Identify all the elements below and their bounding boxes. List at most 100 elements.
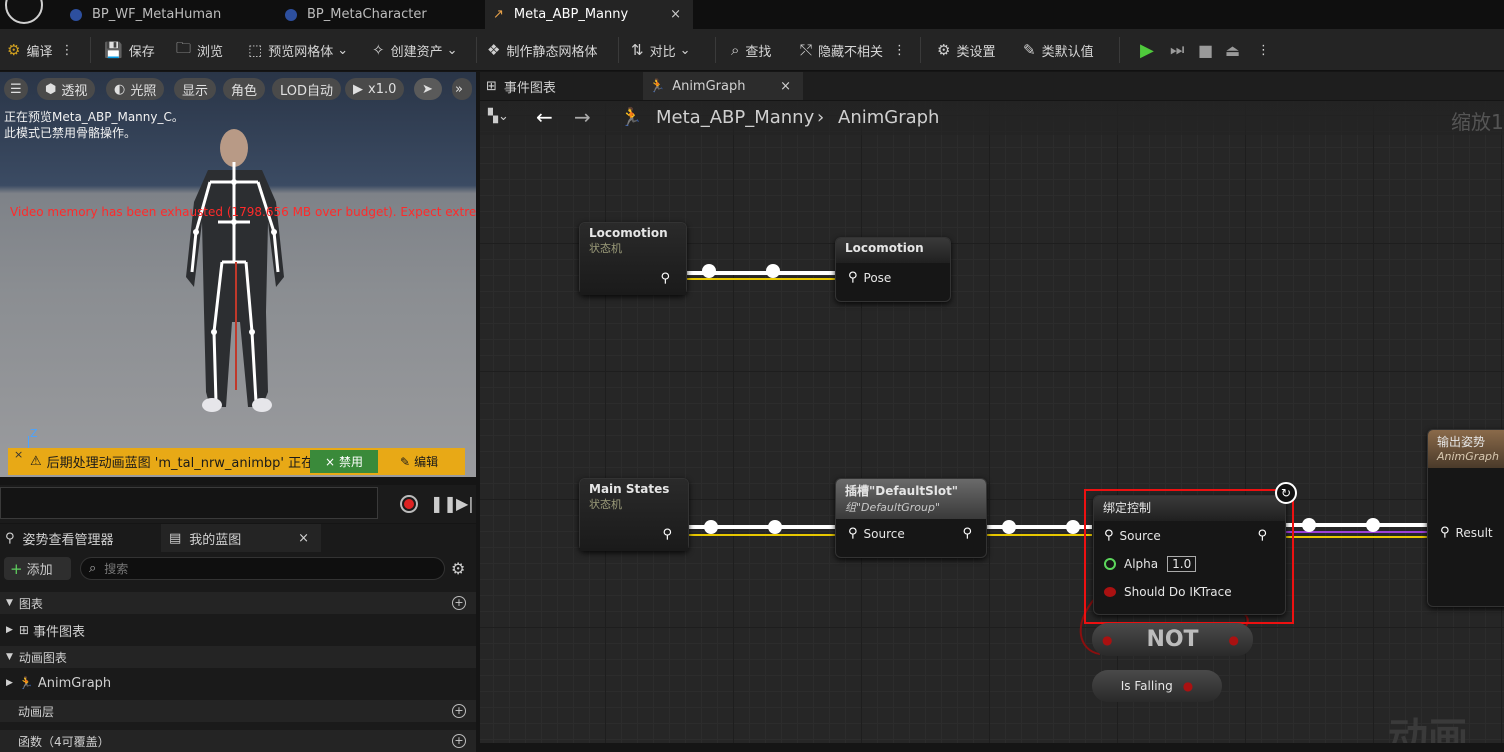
- close-icon: ×: [324, 454, 336, 469]
- section-functions[interactable]: 函数（4可覆盖） +: [0, 730, 476, 752]
- source-input-pin[interactable]: ⚲ Source: [1104, 528, 1161, 543]
- settings-gear-icon[interactable]: ⚙: [451, 559, 465, 578]
- save-icon: 💾: [104, 41, 123, 59]
- add-graph-icon[interactable]: +: [452, 596, 466, 610]
- wire-slot-to-control: [978, 520, 1092, 536]
- bool-pin-icon: ●: [1228, 632, 1239, 647]
- section-anim-graphs[interactable]: ▼ 动画图表: [0, 646, 476, 668]
- list-item-event-graph[interactable]: ▶ ⊞ 事件图表: [0, 619, 476, 641]
- add-layer-icon[interactable]: +: [452, 704, 466, 718]
- more-icon[interactable]: ⋮: [1257, 29, 1270, 71]
- compile-button[interactable]: ⚙ 编译 ⋮: [7, 29, 73, 71]
- add-button[interactable]: + 添加: [4, 557, 71, 580]
- node-header: 输出姿势 AnimGraph: [1428, 430, 1504, 468]
- graph-watermark: 动画: [1388, 715, 1468, 743]
- postprocess-warning-bar: × ⚠ 后期处理动画蓝图 'm_tal_nrw_animbp' 正在: × 禁用 …: [8, 448, 465, 475]
- save-button[interactable]: 💾 保存: [104, 29, 155, 71]
- node-locomotion-pose[interactable]: Locomotion ⚲ Pose: [835, 237, 951, 302]
- preview-mesh-button[interactable]: ⬚ 预览网格体 ⌄: [248, 29, 348, 71]
- close-icon[interactable]: ×: [14, 448, 23, 461]
- browse-icon: 🗀: [176, 38, 192, 57]
- tab-bp-metacharacter[interactable]: BP_MetaCharacter: [275, 0, 480, 29]
- make-static-mesh-button[interactable]: ❖ 制作静态网格体: [487, 29, 597, 71]
- plus-icon: +: [10, 559, 23, 578]
- add-function-icon[interactable]: +: [452, 734, 466, 748]
- record-button[interactable]: [400, 495, 418, 513]
- timeline-track[interactable]: [0, 487, 378, 519]
- tab-event-graph[interactable]: ⊞ 事件图表: [484, 72, 634, 100]
- collapse-arrow-icon: ▼: [6, 652, 13, 662]
- pose-output-pin-icon[interactable]: ⚲: [962, 526, 972, 541]
- close-icon[interactable]: ×: [780, 79, 791, 94]
- find-button[interactable]: ⌕ 查找: [731, 29, 771, 71]
- node-slot-default[interactable]: 插槽"DefaultSlot" 组"DefaultGroup" ⚲ Source ⚲: [835, 478, 987, 558]
- tab-anim-graph[interactable]: 🏃 AnimGraph ×: [643, 72, 803, 100]
- my-blueprint-panel: ⚲ 姿势查看管理器 ▤ 我的蓝图 × + 添加 ⌕ 搜索 ⚙ ▼ 图表 + ▶ ⊞ 事件图表 ▼ 动…: [0, 524, 476, 752]
- pose-output-pin-icon[interactable]: ⚲: [1257, 528, 1267, 543]
- pose-output-pin-icon[interactable]: ⚲: [660, 271, 670, 286]
- node-header: Locomotion 状态机: [580, 223, 686, 295]
- wire-locomotion: [676, 264, 840, 280]
- pose-pin-icon: ⚲: [1440, 525, 1450, 540]
- hide-unrelated-icon: ⤲: [800, 41, 813, 59]
- source-input-pin[interactable]: ⚲ Source: [848, 526, 905, 541]
- alpha-value-field[interactable]: 1.0: [1167, 556, 1197, 572]
- static-mesh-icon: ❖: [487, 41, 501, 59]
- expand-arrow-icon: ▶: [6, 678, 13, 688]
- mesh-icon: ⬚: [248, 41, 263, 59]
- close-icon[interactable]: ×: [298, 531, 309, 546]
- character-preview: [186, 129, 284, 412]
- chevron-down-icon: ⌄: [337, 42, 349, 58]
- blueprint-icon: [70, 8, 82, 21]
- node-locomotion-state-machine[interactable]: Locomotion 状态机 ⚲: [579, 222, 687, 295]
- create-asset-button[interactable]: ✧ 创建资产 ⌄: [372, 29, 458, 71]
- preview-viewport[interactable]: ☰ ⬢ 透视 ◐ 光照 显示 角色 LOD自动 ▶ x1.0 ➤ » 正在预览Meta…: [0, 72, 476, 477]
- list-item-anim-graph[interactable]: ▶ 🏃 AnimGraph: [0, 672, 476, 694]
- edit-button[interactable]: ✎ 编辑: [400, 450, 458, 473]
- iktrace-input-pin[interactable]: Should Do IKTrace: [1104, 585, 1232, 599]
- section-anim-layers[interactable]: 动画层 +: [0, 700, 476, 722]
- refresh-icon[interactable]: ↻: [1275, 482, 1297, 504]
- pose-input-pin[interactable]: ⚲ Pose: [848, 270, 891, 285]
- tab-bp-wf-metahuman[interactable]: BP_WF_MetaHuman: [60, 0, 270, 29]
- wire-control-to-output: [1275, 518, 1435, 538]
- tab-my-blueprint[interactable]: ▤ 我的蓝图 ×: [161, 524, 321, 552]
- wires: [676, 264, 1435, 655]
- anim-graph-icon: 🏃: [649, 78, 666, 94]
- pose-pin-icon: ⚲: [848, 270, 858, 285]
- bool-pin-icon: ●: [1182, 679, 1194, 693]
- eject-icon[interactable]: ⏏: [1225, 29, 1240, 71]
- divider: [920, 37, 921, 63]
- event-graph-icon: ⊞: [18, 623, 29, 637]
- anim-graph-canvas[interactable]: ▚⌄ ← → 🏃 Meta_ABP_Manny › AnimGraph 缩放1: [480, 101, 1504, 743]
- node-is-falling[interactable]: Is Falling ●: [1092, 670, 1222, 702]
- node-bind-control[interactable]: 绑定控制 ⚲ Source ⚲ Alpha 1.0 Should Do IKTrac…: [1093, 482, 1297, 615]
- play-icon[interactable]: ▶: [1140, 29, 1154, 71]
- search-input[interactable]: ⌕ 搜索: [80, 557, 445, 580]
- node-output-pose[interactable]: 输出姿势 AnimGraph ⚲ Result: [1427, 429, 1504, 607]
- more-icon[interactable]: ⋮: [893, 43, 906, 58]
- result-input-pin[interactable]: ⚲ Result: [1440, 525, 1493, 540]
- pause-icon[interactable]: ❚❚: [430, 494, 457, 513]
- section-graphs[interactable]: ▼ 图表 +: [0, 592, 476, 614]
- axis-gizmo: [28, 436, 29, 448]
- tab-pose-watch[interactable]: ⚲ 姿势查看管理器: [0, 524, 160, 552]
- more-icon[interactable]: ⋮: [60, 43, 73, 58]
- node-not[interactable]: ● NOT ●: [1092, 623, 1253, 656]
- hide-unrelated-button[interactable]: ⤲ 隐藏不相关 ⋮: [800, 29, 906, 71]
- close-icon[interactable]: ×: [670, 7, 681, 22]
- alpha-input-pin[interactable]: Alpha 1.0: [1104, 556, 1197, 572]
- disable-button[interactable]: × 禁用: [310, 450, 378, 473]
- class-defaults-button[interactable]: ✎ 类默认值: [1023, 29, 1094, 71]
- diff-button[interactable]: ⇅ 对比 ⌄: [631, 29, 691, 71]
- node-main-states[interactable]: Main States 状态机 ⚲: [579, 478, 689, 551]
- class-settings-button[interactable]: ⚙ 类设置: [937, 29, 995, 71]
- unreal-logo-icon[interactable]: [5, 0, 43, 24]
- browse-button[interactable]: 🗀 浏览: [176, 29, 223, 71]
- step-icon[interactable]: ⏭: [1170, 29, 1184, 71]
- stop-icon[interactable]: ■: [1198, 29, 1213, 71]
- pose-output-pin-icon[interactable]: ⚲: [662, 527, 672, 542]
- tab-meta-abp-manny[interactable]: ↗ Meta_ABP_Manny ×: [485, 0, 693, 29]
- pencil-icon: ✎: [400, 454, 411, 469]
- step-forward-icon[interactable]: ▶|: [456, 494, 474, 513]
